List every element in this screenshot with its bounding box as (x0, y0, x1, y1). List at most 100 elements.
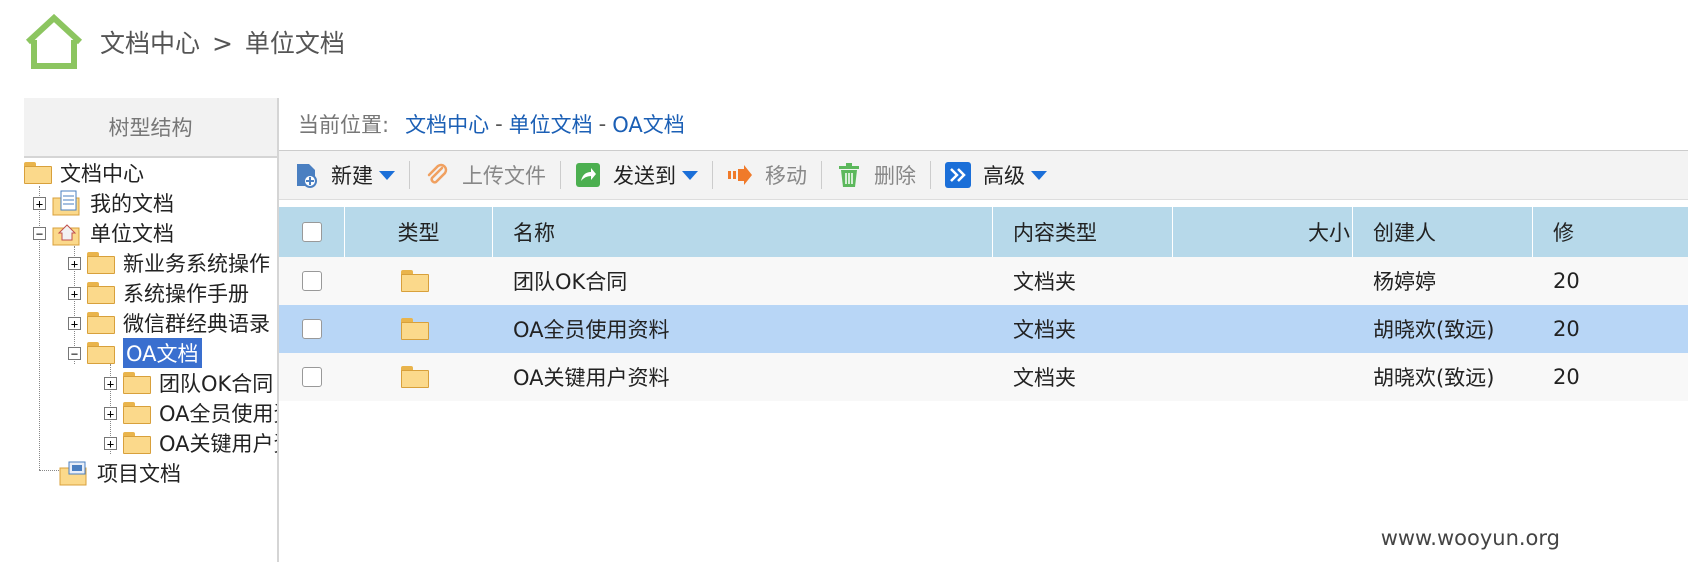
location-link[interactable]: 文档中心 (405, 109, 489, 139)
size-cell (1173, 305, 1353, 353)
delete-button-label: 删除 (874, 164, 916, 188)
move-button[interactable]: 移动 (713, 151, 821, 199)
row-checkbox-cell (279, 353, 345, 401)
column-header-name[interactable]: 名称 (493, 207, 993, 257)
folder-icon (401, 366, 429, 388)
folder-icon (123, 432, 151, 454)
new-button[interactable]: 新建 (279, 151, 409, 199)
table-row[interactable]: OA全员使用资料 文档夹 胡晓欢(致远) 20 (279, 305, 1688, 353)
table-row[interactable]: 团队OK合同 文档夹 杨婷婷 20 (279, 257, 1688, 305)
new-document-icon (297, 164, 317, 188)
upload-button[interactable]: 上传文件 (410, 151, 560, 199)
page-header: 文档中心 > 单位文档 (24, 12, 345, 72)
document-folder-icon (52, 190, 80, 216)
send-to-button-label: 发送到 (613, 164, 676, 188)
tree-node-unit-docs[interactable]: − 单位文档 (33, 218, 174, 248)
collapse-icon[interactable]: − (68, 346, 81, 360)
location-link[interactable]: OA文档 (612, 109, 685, 139)
tree-node-new-biz[interactable]: + 新业务系统操作 (68, 248, 270, 278)
table-header: 类型 名称 内容类型 大小 创建人 修 (279, 207, 1688, 257)
new-button-label: 新建 (331, 164, 373, 188)
chevron-down-icon (682, 170, 698, 180)
watermark: www.wooyun.org (1380, 526, 1560, 550)
content-panel: 当前位置: 文档中心 - 单位文档 - OA文档 新建 上传文件 发送到 移动 … (279, 98, 1688, 562)
expand-icon[interactable]: + (68, 256, 81, 270)
name-cell[interactable]: OA关键用户资料 (493, 353, 993, 401)
tree-node-my-docs[interactable]: + 我的文档 (33, 188, 174, 218)
location-link[interactable]: 单位文档 (509, 109, 593, 139)
column-header-type[interactable]: 类型 (345, 207, 493, 257)
current-location: 当前位置: 文档中心 - 单位文档 - OA文档 (279, 98, 1688, 151)
folder-icon (123, 372, 151, 394)
location-separator: - (598, 112, 607, 136)
move-arrow-icon (728, 165, 752, 185)
double-chevron-icon (945, 162, 971, 188)
column-header-creator[interactable]: 创建人 (1353, 207, 1533, 257)
tree-node-oa-all-staff[interactable]: + OA全员使用资料 (104, 398, 277, 428)
creator-cell: 胡晓欢(致远) (1373, 366, 1495, 390)
tree-node-team-contract[interactable]: + 团队OK合同 (104, 368, 273, 398)
home-icon[interactable] (24, 14, 84, 70)
tree-node-oa-docs[interactable]: − OA文档 (68, 338, 202, 368)
size-cell (1173, 353, 1353, 401)
column-header-size[interactable]: 大小 (1173, 207, 1353, 257)
folder-icon (87, 252, 115, 274)
content-type-cell: 文档夹 (1013, 366, 1076, 390)
column-header-content-type[interactable]: 内容类型 (993, 207, 1173, 257)
project-folder-icon (59, 461, 87, 486)
select-all-checkbox[interactable] (301, 222, 322, 242)
expand-icon[interactable]: + (104, 406, 117, 420)
tree-node-wechat-quotes[interactable]: + 微信群经典语录 (68, 308, 270, 338)
tree-node-label: 我的文档 (90, 192, 174, 216)
send-to-button[interactable]: 发送到 (561, 151, 712, 199)
folder-icon (87, 282, 115, 304)
breadcrumb-separator: > (211, 29, 233, 58)
collapse-icon[interactable]: − (33, 226, 46, 240)
creator-cell: 胡晓欢(致远) (1373, 318, 1495, 342)
send-icon (576, 163, 600, 187)
tree-node-label: OA关键用户资料 (159, 432, 277, 456)
folder-icon (123, 402, 151, 424)
select-all-cell (279, 207, 345, 257)
paperclip-icon (427, 163, 448, 184)
table-row[interactable]: OA关键用户资料 文档夹 胡晓欢(致远) 20 (279, 353, 1688, 401)
creator-cell: 杨婷婷 (1373, 270, 1436, 294)
name-cell[interactable]: 团队OK合同 (493, 257, 993, 305)
toolbar: 新建 上传文件 发送到 移动 删除 高级 (279, 151, 1688, 200)
expand-icon[interactable]: + (68, 286, 81, 300)
modified-cell: 20 (1553, 365, 1580, 389)
tree-node-label: 单位文档 (90, 222, 174, 246)
advanced-button[interactable]: 高级 (931, 151, 1061, 199)
tree-panel-title: 树型结构 (24, 98, 277, 158)
folder-tree: 文档中心 + 我的文档 − 单位文档 + 新业务系统操作 + 系统操作手册 + … (24, 158, 277, 562)
expand-icon[interactable]: + (104, 436, 117, 450)
expand-icon[interactable]: + (33, 196, 46, 210)
row-checkbox[interactable] (302, 319, 322, 339)
row-checkbox-cell (279, 305, 345, 353)
tree-node-label: 系统操作手册 (123, 282, 249, 306)
type-cell (345, 353, 493, 401)
tree-node-project-docs[interactable]: 项目文档 (59, 458, 181, 488)
expand-icon[interactable]: + (104, 376, 117, 390)
expand-icon[interactable]: + (68, 316, 81, 330)
location-separator: - (495, 112, 503, 136)
tree-node-docs-center[interactable]: 文档中心 (24, 158, 144, 188)
tree-node-label: 新业务系统操作 (123, 252, 270, 276)
type-cell (345, 305, 493, 353)
name-cell[interactable]: OA全员使用资料 (493, 305, 993, 353)
upload-button-label: 上传文件 (462, 164, 546, 188)
tree-node-oa-key-users[interactable]: + OA关键用户资料 (104, 428, 277, 458)
modified-cell: 20 (1553, 317, 1580, 341)
tree-node-sys-manual[interactable]: + 系统操作手册 (68, 278, 249, 308)
breadcrumb-item[interactable]: 单位文档 (245, 29, 345, 58)
breadcrumb-item[interactable]: 文档中心 (100, 29, 200, 58)
folder-icon (87, 342, 115, 364)
tree-node-label: 文档中心 (60, 162, 144, 186)
tree-node-label: OA全员使用资料 (159, 402, 277, 426)
folder-icon (87, 312, 115, 334)
row-checkbox[interactable] (302, 367, 322, 387)
row-checkbox[interactable] (302, 271, 322, 291)
column-header-modified[interactable]: 修 (1533, 207, 1688, 257)
delete-button[interactable]: 删除 (822, 151, 930, 199)
chevron-down-icon (379, 170, 395, 180)
